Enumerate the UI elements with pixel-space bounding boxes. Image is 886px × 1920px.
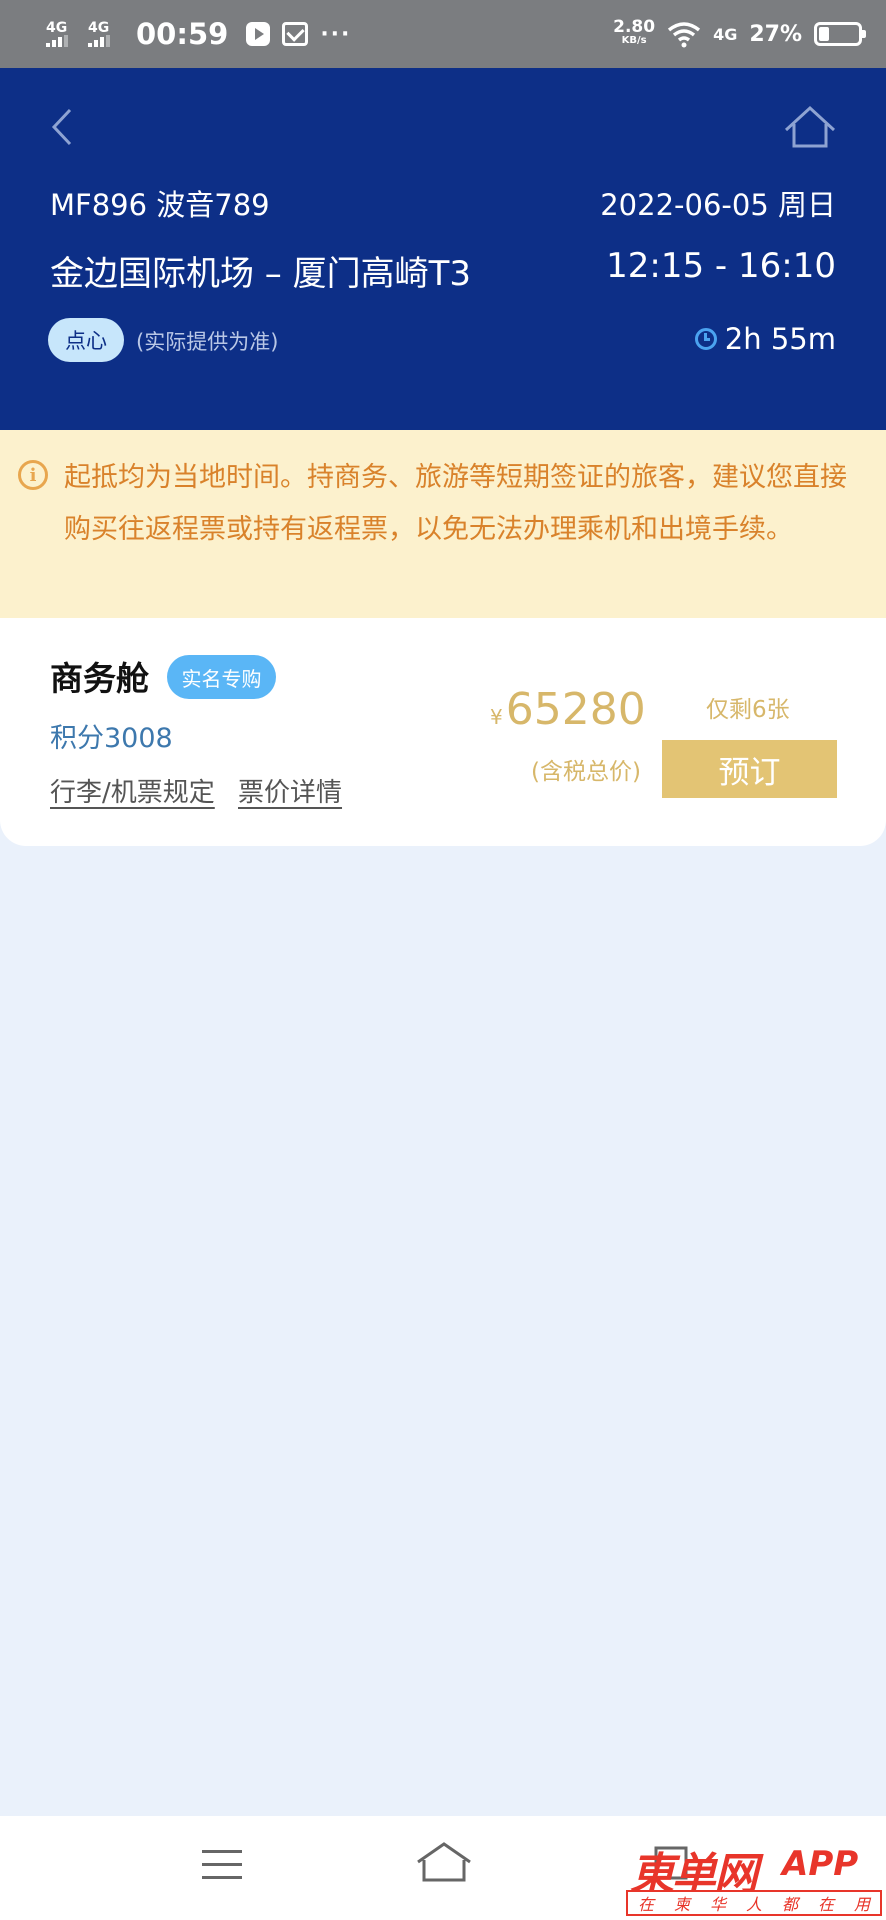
signal-4g-icon: 4G	[46, 21, 76, 47]
network-speed: 2.80 KB/s	[613, 17, 656, 48]
meal-badge: 点心	[48, 318, 124, 362]
meal-note: (实际提供为准)	[136, 330, 279, 354]
price-note: (含税总价)	[531, 759, 641, 785]
speed-value: 2.80	[613, 17, 656, 37]
price-value: 65280	[505, 684, 646, 735]
seats-remaining: 仅剩6张	[706, 697, 790, 723]
fare-card: 商务舱 实名专购 积分3008 行李/机票规定 票价详情 ¥ 65280 (含税…	[0, 618, 886, 846]
network-type-label: 4G	[88, 20, 110, 36]
flight-route: 金边国际机场 – 厦门高崎T3	[50, 254, 472, 294]
flight-times: 12:15 - 16:10	[606, 246, 836, 286]
menu-icon[interactable]	[202, 1846, 242, 1882]
speed-unit: KB/s	[621, 35, 647, 46]
battery-level-fill	[819, 27, 829, 41]
watermark-char: 人	[745, 1895, 762, 1914]
signal-4g-icon: 4G	[713, 24, 738, 44]
home-icon[interactable]	[414, 1840, 474, 1886]
fare-detail-link[interactable]: 票价详情	[238, 772, 342, 809]
status-bar: 4G 4G 00:59 ··· 2.80 KB/s 4G 27%	[0, 0, 886, 68]
baggage-rules-link[interactable]: 行李/机票规定	[50, 772, 215, 809]
realname-badge: 实名专购	[167, 655, 276, 699]
flight-header: MF896 波音789 2022-06-05 周日 金边国际机场 – 厦门高崎T…	[0, 68, 886, 430]
duration-text: 2h 55m	[724, 322, 836, 356]
battery-percent: 27%	[749, 21, 802, 47]
points-value: 积分3008	[50, 723, 173, 754]
watermark-char: 用	[853, 1895, 870, 1914]
wifi-icon	[667, 22, 701, 48]
video-app-icon	[246, 22, 271, 46]
info-icon: i	[18, 460, 48, 490]
cabin-class: 商务舱	[50, 659, 149, 698]
watermark-char: 都	[781, 1895, 798, 1914]
more-notifications-icon: ···	[320, 21, 352, 47]
clock-icon	[694, 328, 717, 350]
message-icon	[282, 22, 309, 46]
watermark-app: APP	[782, 1844, 859, 1884]
home-icon[interactable]	[782, 102, 838, 152]
price-currency: ¥	[490, 705, 503, 729]
flight-date: 2022-06-05 周日	[600, 188, 836, 222]
flight-number: MF896 波音789	[50, 188, 270, 222]
network-type-label: 4G	[46, 20, 68, 36]
clock-time: 00:59	[136, 17, 229, 51]
flight-duration: 2h 55m	[694, 322, 836, 356]
watermark-char: 在	[637, 1895, 654, 1914]
price: ¥ 65280	[490, 684, 646, 735]
watermark-logo: 東单网 APP 在 柬 华 人 都 在 用	[626, 1838, 884, 1918]
watermark-char: 在	[817, 1895, 834, 1914]
battery-icon	[814, 22, 866, 46]
signal-4g-icon: 4G	[88, 21, 118, 47]
watermark-char: 华	[709, 1895, 726, 1914]
watermark-char: 柬	[673, 1895, 690, 1914]
back-icon[interactable]	[44, 102, 80, 152]
notice-text: 起抵均为当地时间。持商务、旅游等短期签证的旅客，建议您直接购买往返程票或持有返程…	[64, 462, 847, 545]
watermark-slogan: 在 柬 华 人 都 在 用	[626, 1890, 882, 1916]
book-button[interactable]: 预订	[662, 740, 837, 798]
